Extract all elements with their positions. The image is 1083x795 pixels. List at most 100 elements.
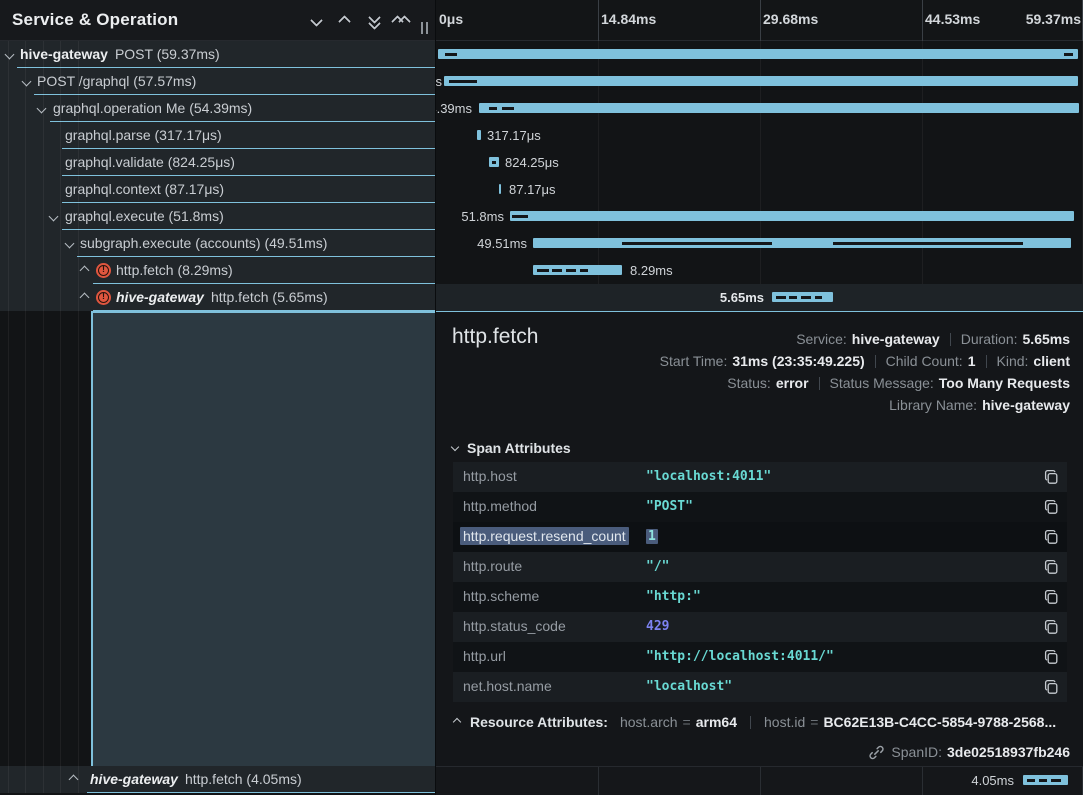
span-bar[interactable] — [489, 157, 499, 167]
resource-key: host.id — [764, 714, 805, 730]
expanded-span-area — [91, 311, 435, 766]
attribute-key: http.method — [463, 498, 537, 514]
span-bar[interactable] — [499, 184, 501, 194]
tree-row-selected[interactable]: hive-gateway http.fetch (5.65ms) — [0, 284, 435, 311]
span-meta: Service:hive-gateway Duration:5.65ms Sta… — [660, 328, 1070, 416]
chevron-right-icon[interactable] — [69, 775, 79, 785]
span-bar[interactable] — [510, 211, 1074, 221]
tree-row[interactable]: subgraph.execute (accounts) (49.51ms) — [0, 230, 435, 257]
span-bar[interactable] — [1023, 775, 1068, 785]
span-bar[interactable] — [479, 103, 1079, 113]
attribute-key: net.host.name — [463, 678, 552, 694]
span-bar[interactable] — [438, 49, 1078, 59]
resource-value: BC62E13B-C4CC-5854-9788-2568... — [823, 714, 1056, 730]
attribute-row[interactable]: http.scheme "http:" — [453, 582, 1067, 612]
span-bar[interactable] — [477, 130, 481, 140]
copy-icon[interactable] — [1043, 649, 1059, 665]
attribute-row[interactable]: net.host.name "localhost" — [453, 672, 1067, 702]
chevron-down-icon[interactable] — [49, 212, 59, 222]
meta-value: client — [1033, 353, 1070, 369]
span-bar[interactable] — [772, 292, 833, 302]
tree-row[interactable]: http.fetch (8.29ms) — [0, 257, 435, 284]
span-duration-label: 317.17μs — [487, 122, 541, 149]
chevron-down-icon[interactable] — [5, 50, 15, 60]
expand-all-icon[interactable] — [393, 14, 411, 30]
tree-row[interactable]: graphql.validate (824.25μs) — [0, 149, 435, 176]
attribute-row[interactable]: http.status_code 429 — [453, 612, 1067, 642]
resource-attributes-row[interactable]: Resource Attributes: host.arch = arm64 h… — [452, 714, 1068, 730]
span-duration-label: 8.29ms — [630, 257, 673, 284]
meta-value: Too Many Requests — [939, 375, 1070, 391]
attribute-value: "http://localhost:4011/" — [646, 649, 834, 664]
copy-icon[interactable] — [1043, 529, 1059, 545]
meta-value: hive-gateway — [852, 331, 940, 347]
span-tree-header: Service & Operation — [0, 0, 435, 41]
ruler-tick: 14.84ms — [601, 11, 656, 27]
chevron-down-icon[interactable] — [37, 104, 47, 114]
collapse-one-icon[interactable] — [308, 14, 326, 30]
attribute-value: "localhost:4011" — [646, 469, 771, 484]
attribute-row[interactable]: http.route "/" — [453, 552, 1067, 582]
span-title: http.fetch — [452, 325, 538, 349]
copy-icon[interactable] — [1043, 619, 1059, 635]
operation-name: POST /graphql (57.57ms) — [37, 73, 196, 89]
tree-row[interactable]: graphql.operation Me (54.39ms) — [0, 95, 435, 122]
span-detail-panel: http.fetch Service:hive-gateway Duration… — [436, 311, 1083, 766]
meta-label: Kind: — [997, 353, 1029, 369]
copy-icon[interactable] — [1043, 589, 1059, 605]
collapse-all-icon[interactable] — [366, 14, 384, 30]
chevron-down-icon[interactable] — [65, 239, 75, 249]
attribute-value: "localhost" — [646, 679, 732, 694]
trace-viewer: Service & Operation hive-gatewayPOST (59… — [0, 0, 1083, 795]
ruler-tick: 59.37ms — [1024, 11, 1081, 27]
expand-one-icon[interactable] — [337, 14, 355, 30]
attribute-key: http.route — [463, 558, 522, 574]
attribute-row[interactable]: http.host "localhost:4011" — [453, 462, 1067, 492]
span-attributes-table: http.host "localhost:4011" http.method "… — [453, 462, 1067, 702]
attribute-row-selected[interactable]: http.request.resend_count 1 — [453, 522, 1067, 552]
tree-row[interactable]: graphql.parse (317.17μs) — [0, 122, 435, 149]
operation-name: http.fetch (5.65ms) — [211, 289, 328, 305]
operation-name: subgraph.execute (accounts) (49.51ms) — [80, 235, 327, 251]
operation-name: graphql.execute (51.8ms) — [65, 208, 224, 224]
attribute-key: http.status_code — [463, 618, 566, 634]
tree-row[interactable]: POST /graphql (57.57ms) — [0, 68, 435, 95]
timeline-track: 57.57ms 54.39ms 317.17μs 824.25μs 87.17μ… — [436, 41, 1083, 311]
copy-icon[interactable] — [1043, 679, 1059, 695]
timeline-row: 4.05ms — [436, 766, 1083, 795]
span-duration-label: 824.25μs — [505, 149, 559, 176]
timeline-row-selected[interactable]: 5.65ms — [436, 284, 1083, 311]
copy-icon[interactable] — [1043, 499, 1059, 515]
chevron-down-icon[interactable] — [22, 77, 32, 87]
panel-title: Service & Operation — [12, 10, 178, 30]
span-bar[interactable] — [533, 265, 622, 275]
span-attributes-section-header[interactable]: Span Attributes — [452, 440, 571, 456]
chevron-right-icon[interactable] — [80, 266, 90, 276]
tree-row[interactable]: graphql.context (87.17μs) — [0, 176, 435, 203]
span-bar[interactable] — [444, 76, 1078, 86]
ruler-tick: 29.68ms — [763, 11, 818, 27]
span-duration-label: 87.17μs — [509, 176, 556, 203]
service-name: hive-gateway — [116, 289, 204, 305]
meta-value: error — [776, 375, 809, 391]
attribute-value: "/" — [646, 559, 669, 574]
copy-icon[interactable] — [1043, 469, 1059, 485]
meta-label: Status: — [727, 375, 771, 391]
operation-name: graphql.context (87.17μs) — [65, 181, 224, 197]
chevron-right-icon[interactable] — [80, 293, 90, 303]
error-icon — [96, 290, 111, 305]
meta-value: 1 — [968, 353, 976, 369]
tree-row[interactable]: graphql.execute (51.8ms) — [0, 203, 435, 230]
attribute-row[interactable]: http.url "http://localhost:4011/" — [453, 642, 1067, 672]
panel-resize-handle[interactable] — [421, 22, 430, 34]
error-icon — [96, 263, 111, 278]
span-duration-label: 5.65ms — [704, 284, 764, 311]
tree-row[interactable]: hive-gatewayhttp.fetch (4.05ms) — [0, 766, 435, 793]
tree-row[interactable]: hive-gatewayPOST (59.37ms) — [0, 41, 435, 68]
operation-name: graphql.parse (317.17μs) — [65, 127, 222, 143]
link-icon[interactable] — [869, 745, 884, 760]
copy-icon[interactable] — [1043, 559, 1059, 575]
timeline-panel: 0μs 14.84ms 29.68ms 44.53ms 59.37ms 57.5… — [435, 0, 1083, 795]
attribute-row[interactable]: http.method "POST" — [453, 492, 1067, 522]
span-bar[interactable] — [533, 238, 1071, 248]
